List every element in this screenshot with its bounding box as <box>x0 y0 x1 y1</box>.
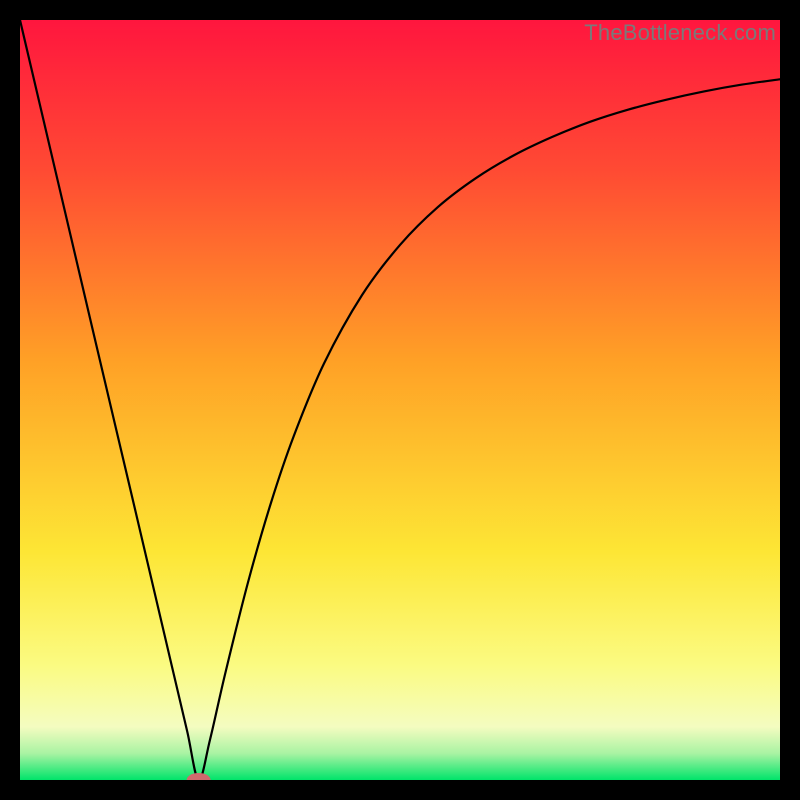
chart-frame: TheBottleneck.com <box>20 20 780 780</box>
bottleneck-chart <box>20 20 780 780</box>
watermark-text: TheBottleneck.com <box>584 20 776 46</box>
gradient-background <box>20 20 780 780</box>
